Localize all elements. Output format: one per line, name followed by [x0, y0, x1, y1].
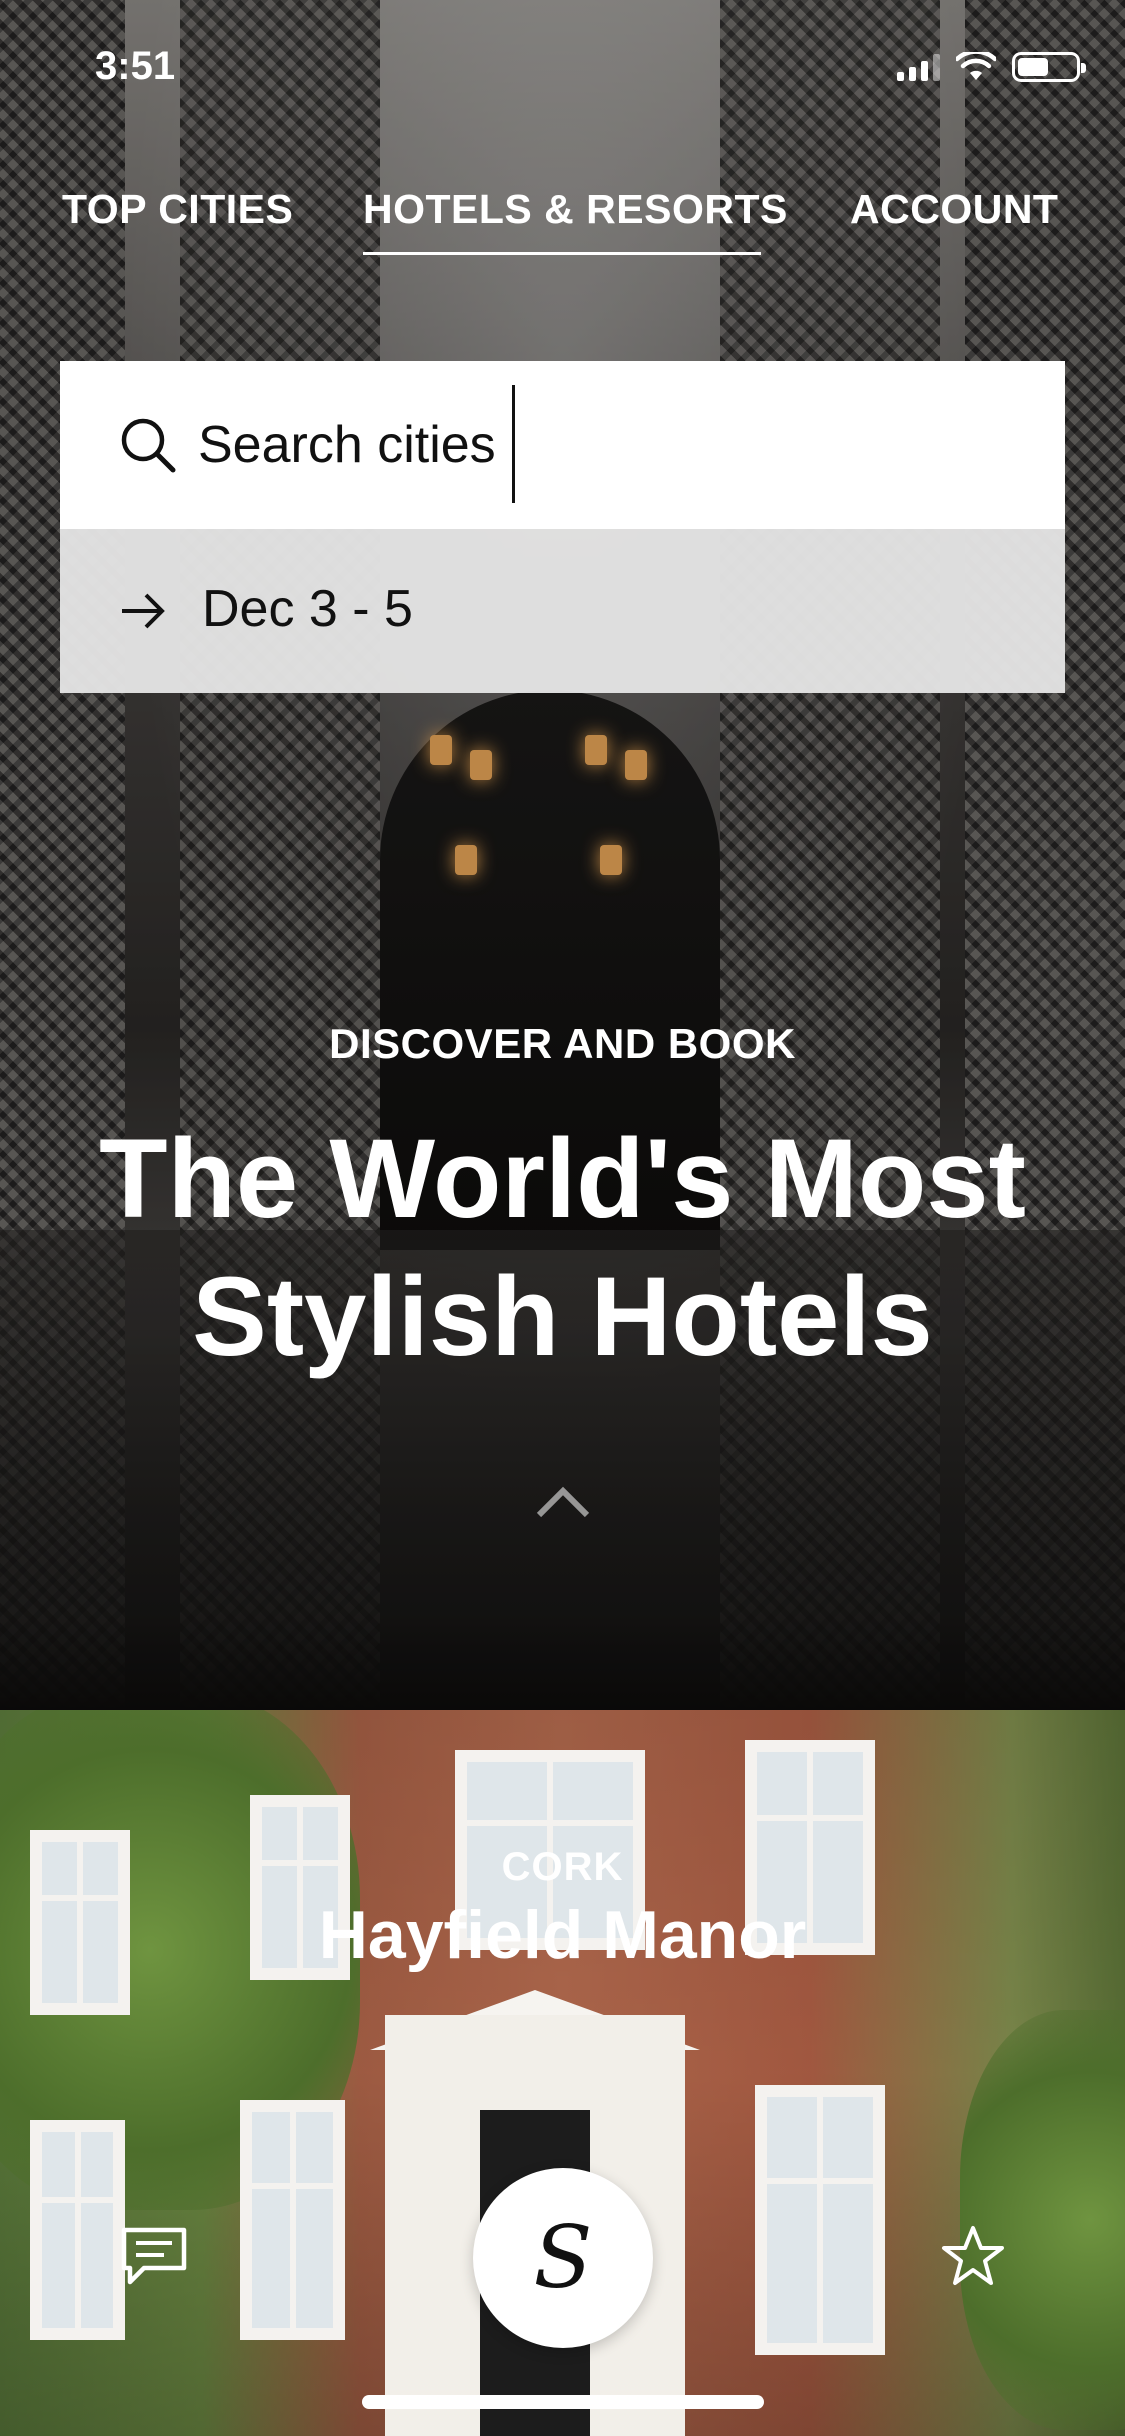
brand-logo: S — [533, 2208, 593, 2308]
date-range-button[interactable]: Dec 3 - 5 — [60, 529, 1065, 693]
search-bar[interactable]: Search cities — [60, 361, 1065, 529]
building-window — [755, 2085, 885, 2355]
building-window — [30, 2120, 125, 2340]
brand-logo-button[interactable]: S — [473, 2168, 653, 2348]
hero-headline: The World's Most Stylish Hotels — [0, 1110, 1125, 1386]
star-icon[interactable] — [940, 2224, 1006, 2288]
battery-icon — [1012, 52, 1086, 82]
arrow-right-icon — [122, 593, 165, 629]
ivy-foliage — [960, 2010, 1125, 2430]
hotel-name: Hayfield Manor — [318, 1897, 807, 1973]
hero-headline-line: Stylish Hotels — [192, 1254, 933, 1379]
cellular-signal-icon — [897, 53, 940, 81]
tab-hotels-resorts[interactable]: HOTELS & RESORTS — [363, 186, 788, 233]
chevron-up-icon[interactable] — [535, 1485, 591, 1519]
search-icon — [121, 418, 176, 473]
hotel-city: CORK — [501, 1845, 624, 1889]
search-panel: Search cities Dec 3 - 5 — [60, 361, 1065, 693]
active-tab-indicator — [363, 252, 761, 255]
search-input[interactable]: Search cities — [198, 403, 998, 487]
home-indicator[interactable] — [362, 2395, 764, 2409]
wifi-icon — [956, 52, 996, 80]
status-bar: 3:51 — [0, 0, 1125, 140]
tab-account[interactable]: ACCOUNT — [850, 186, 1058, 233]
date-range-label: Dec 3 - 5 — [202, 580, 413, 638]
building-window — [240, 2100, 345, 2340]
tab-top-cities[interactable]: TOP CITIES — [62, 186, 293, 233]
status-time: 3:51 — [95, 44, 176, 88]
top-navigation: TOP CITIES HOTELS & RESORTS ACCOUNT — [0, 170, 1125, 260]
status-icons — [897, 52, 1086, 82]
text-cursor — [512, 385, 515, 503]
chat-icon[interactable] — [118, 2224, 190, 2288]
hero-eyebrow: DISCOVER AND BOOK — [329, 1020, 796, 1067]
hero-headline-line: The World's Most — [99, 1116, 1026, 1241]
